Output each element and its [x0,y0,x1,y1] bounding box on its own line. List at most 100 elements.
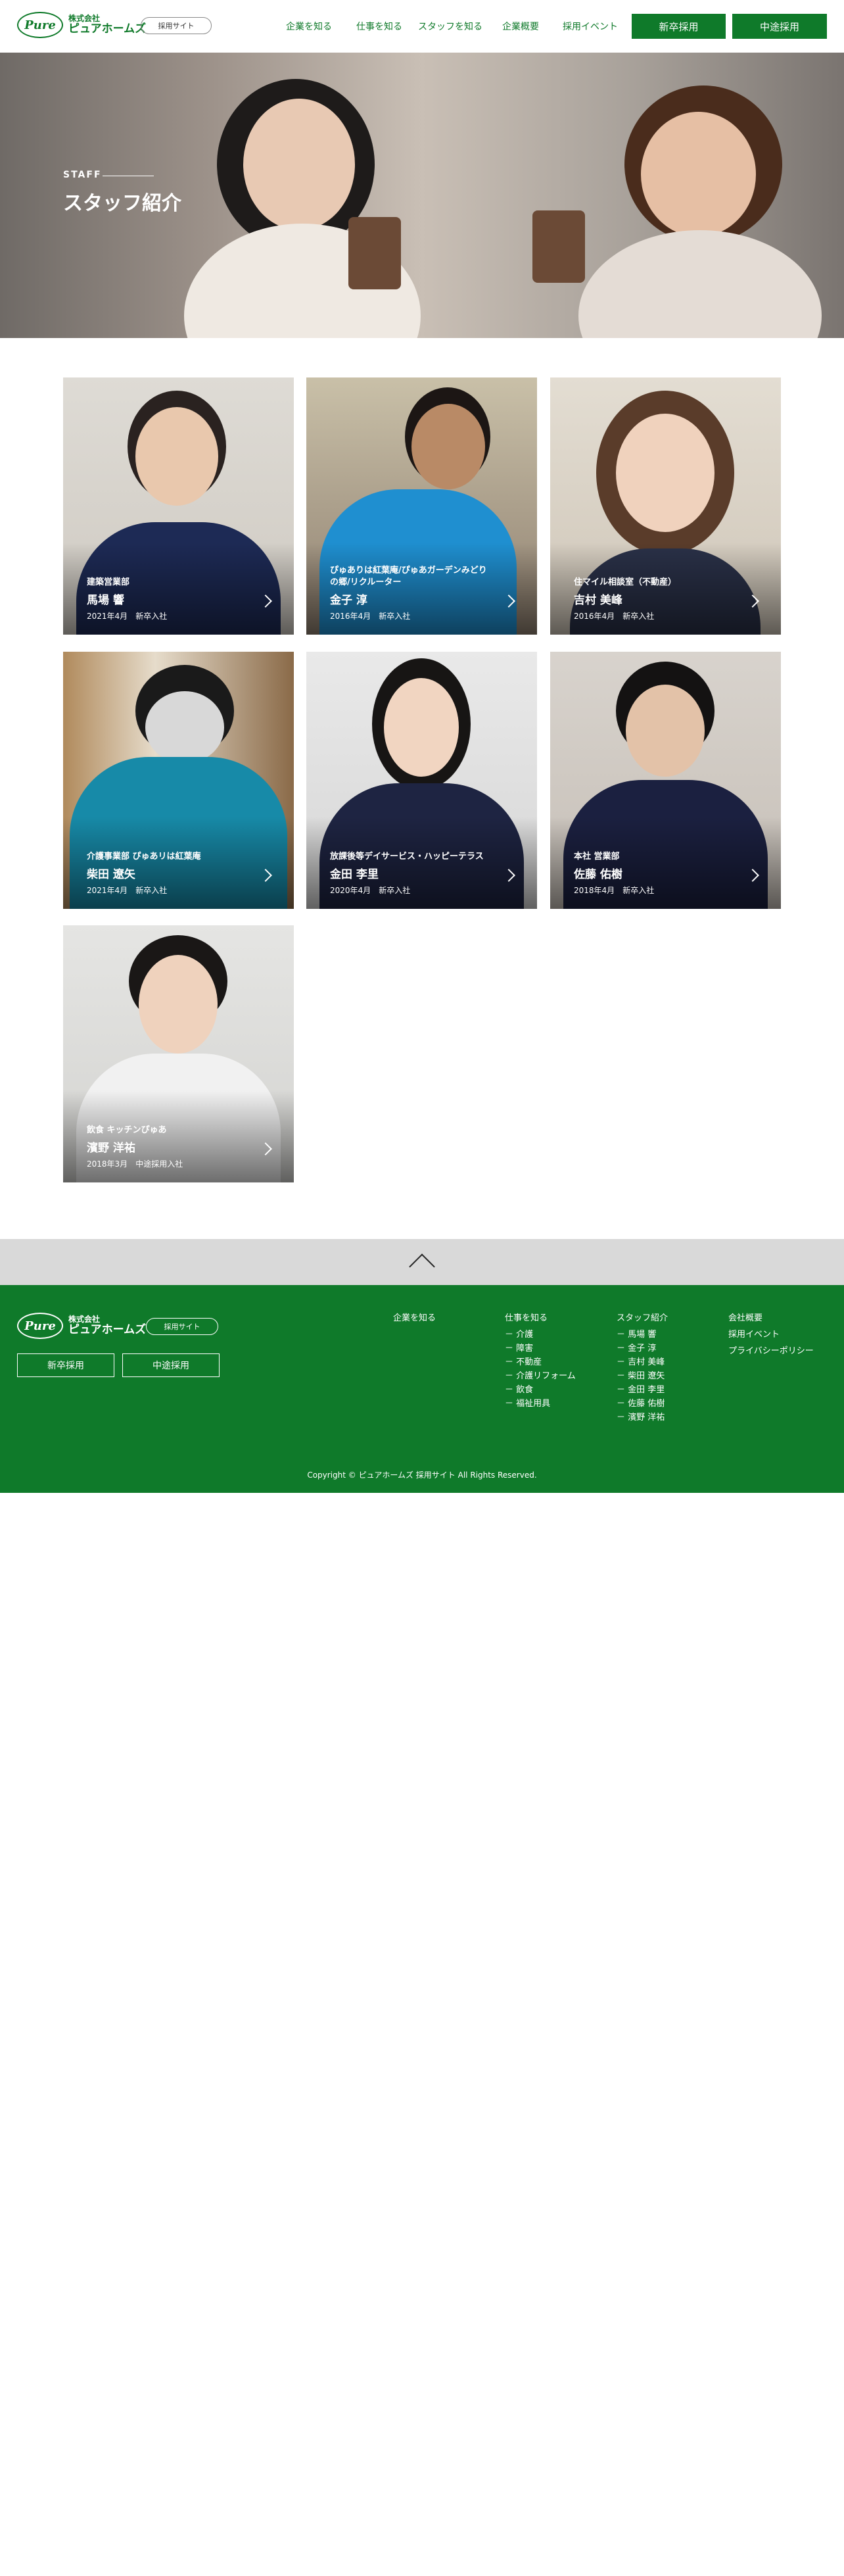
mid-career-button[interactable]: 中途採用 [732,14,827,39]
logo-mark: Pure [17,1313,63,1339]
staff-card[interactable]: 建築営業部 馬場 響 2021年4月 新卒入社 [63,377,294,635]
staff-name: 金子 淳 [330,594,367,607]
nav-events[interactable]: 採用イベント [563,20,618,33]
staff-photo-face [135,407,218,506]
staff-name: 金田 李里 [330,868,379,881]
staff-joined-date: 2021年4月 [87,612,128,621]
footer-link-staff-member[interactable]: － 柴田 遼矢 [617,1372,668,1380]
hero-person-right-body [578,230,822,338]
staff-dept: 介護事業部 ぴゅあリは紅葉庵 [87,851,201,862]
footer-link-label: 介護リフォーム [516,1371,576,1381]
footer-mid-career-button[interactable]: 中途採用 [122,1353,220,1377]
footer-link-reform[interactable]: － 介護リフォーム [505,1372,576,1380]
staff-joined-type: 新卒入社 [622,612,655,621]
footer-link-label: 金子 淳 [628,1344,657,1353]
footer-link-label: 不動産 [516,1357,542,1367]
dash: － [505,1371,514,1381]
footer-link-label: 吉村 美峰 [628,1357,665,1367]
dash: － [617,1399,626,1409]
footer-col-company: 企業を知る [393,1314,436,1330]
footer-link-privacy[interactable]: プライバシーポリシー [728,1347,814,1355]
nav-work[interactable]: 仕事を知る [356,20,402,33]
hero-person-left-face [243,99,355,230]
footer-link-events[interactable]: 採用イベント [728,1330,814,1339]
copyright: Copyright © ピュアホームズ 採用サイト All Rights Res… [307,1470,537,1480]
staff-card[interactable]: 放課後等デイサービス・ハッピーテラス 金田 李里 2020年4月 新卒入社 [306,652,537,909]
staff-joined-type: 新卒入社 [622,886,655,895]
hero-title: スタッフ紹介 [63,192,181,215]
page-top-button[interactable] [0,1239,844,1285]
staff-card[interactable]: 介護事業部 ぴゅあリは紅葉庵 柴田 遼矢 2021年4月 新卒入社 [63,652,294,909]
recruit-site-badge: 採用サイト [141,17,212,34]
nav-company[interactable]: 企業を知る [286,20,332,33]
staff-card[interactable]: 住マイル相談室（不動産） 吉村 美峰 2016年4月 新卒入社 [550,377,781,635]
staff-joined: 2021年4月 新卒入社 [87,885,167,896]
staff-dept: ぴゅありは紅葉庵/ぴゅあガーデンみどりの郷/リクルーター [330,565,487,587]
staff-joined-date: 2021年4月 [87,886,128,895]
dash: － [505,1357,514,1367]
dash: － [617,1330,626,1340]
nav-overview[interactable]: 企業概要 [502,20,539,33]
footer-link-label: 福祉用具 [516,1399,551,1409]
footer-link-staff-member[interactable]: － 金子 淳 [617,1344,668,1353]
new-grad-button[interactable]: 新卒採用 [632,14,726,39]
footer-link-work[interactable]: 仕事を知る [505,1314,576,1323]
staff-joined-type: 新卒入社 [379,886,411,895]
dash: － [617,1371,626,1381]
staff-joined-type: 新卒入社 [379,612,411,621]
header-logo[interactable]: Pure 株式会社 ピュアホームズ [17,12,146,38]
footer-link-label: 介護 [516,1330,534,1340]
staff-photo-face [411,404,485,489]
staff-name: 馬場 響 [87,594,124,607]
footer-link-food[interactable]: － 飲食 [505,1386,576,1394]
staff-dept: 住マイル相談室（不動産） [574,577,677,587]
staff-joined-date: 2018年3月 [87,1159,128,1169]
footer-link-staff[interactable]: スタッフ紹介 [617,1314,668,1323]
staff-joined: 2018年3月 中途採用入社 [87,1158,183,1169]
staff-joined: 2021年4月 新卒入社 [87,610,167,621]
footer-col-work: 仕事を知る － 介護 － 障害 － 不動産 － 介護リフォーム － 飲食 － 福… [505,1314,576,1413]
footer-link-label: 柴田 遼矢 [628,1371,665,1381]
footer-link-staff-member[interactable]: － 濱野 洋祐 [617,1413,668,1422]
footer-link-disability[interactable]: － 障害 [505,1344,576,1353]
logo-text: 株式会社 ピュアホームズ [68,1315,146,1336]
staff-joined: 2016年4月 新卒入社 [574,610,654,621]
footer-link-staff-member[interactable]: － 吉村 美峰 [617,1358,668,1367]
footer-link-staff-member[interactable]: － 金田 李里 [617,1386,668,1394]
hero-coffee-cup-right [532,210,585,283]
footer-link-welfare-equipment[interactable]: － 福祉用具 [505,1399,576,1408]
footer-new-grad-button[interactable]: 新卒採用 [17,1353,114,1377]
staff-joined: 2020年4月 新卒入社 [330,885,410,896]
footer-link-staff-member[interactable]: － 佐藤 佑樹 [617,1399,668,1408]
staff-joined-date: 2020年4月 [330,886,371,895]
staff-joined: 2016年4月 新卒入社 [330,610,410,621]
staff-card[interactable]: 本社 営業部 佐藤 佑樹 2018年4月 新卒入社 [550,652,781,909]
dash: － [505,1344,514,1353]
footer-link-care[interactable]: － 介護 [505,1330,576,1339]
footer-col-other: 会社概要 採用イベント プライバシーポリシー [728,1314,814,1363]
footer-link-staff-member[interactable]: － 馬場 響 [617,1330,668,1339]
nav-staff[interactable]: スタッフを知る [418,20,482,33]
staff-card[interactable]: 飲食 キッチンぴゅあ 濱野 洋祐 2018年3月 中途採用入社 [63,925,294,1182]
staff-joined-date: 2018年4月 [574,886,615,895]
footer-link-company[interactable]: 企業を知る [393,1314,436,1323]
footer-link-label: 馬場 響 [628,1330,657,1340]
footer-link-label: 佐藤 佑樹 [628,1399,665,1409]
staff-card[interactable]: ぴゅありは紅葉庵/ぴゅあガーデンみどりの郷/リクルーター 金子 淳 2016年4… [306,377,537,635]
footer-link-label: 飲食 [516,1385,534,1395]
staff-photo-face [139,955,218,1054]
footer-logo[interactable]: Pure 株式会社 ピュアホームズ [17,1313,146,1339]
site-header: Pure 株式会社 ピュアホームズ 採用サイト 企業を知る 仕事を知る スタッフ… [0,0,844,53]
dash: － [505,1330,514,1340]
staff-name: 佐藤 佑樹 [574,868,622,881]
footer-col-staff: スタッフ紹介 － 馬場 響 － 金子 淳 － 吉村 美峰 － 柴田 遼矢 － 金… [617,1314,668,1427]
dash: － [505,1399,514,1409]
footer-link-overview[interactable]: 会社概要 [728,1314,814,1323]
staff-joined-type: 中途採用入社 [135,1159,183,1169]
footer-link-realestate[interactable]: － 不動産 [505,1358,576,1367]
hero-coffee-cup-left [348,217,401,289]
dash: － [617,1344,626,1353]
staff-name: 濱野 洋祐 [87,1142,135,1155]
chevron-up-icon [409,1253,435,1280]
logo-company-name: ピュアホームズ [68,22,147,36]
